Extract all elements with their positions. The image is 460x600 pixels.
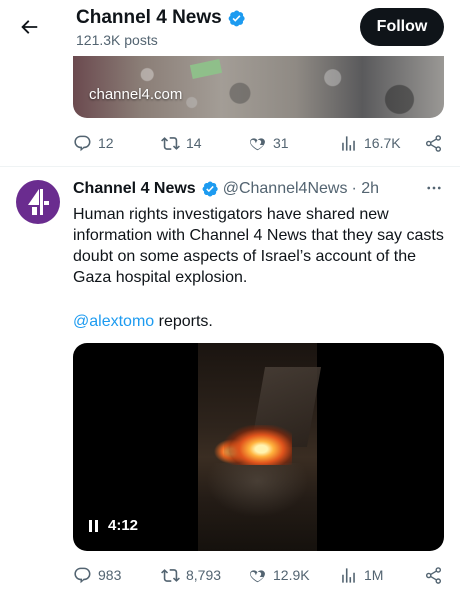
mention-line: @alextomo reports.: [73, 311, 213, 332]
video-duration: 4:12: [108, 517, 139, 534]
profile-name-text: Channel 4 News: [76, 7, 222, 28]
post-count: 121.3K posts: [76, 32, 158, 48]
repost-button[interactable]: 8,793: [161, 566, 221, 585]
like-icon: [249, 569, 265, 582]
share-icon: [425, 134, 442, 152]
views-count: 16.7K: [364, 135, 401, 151]
like-count: 31: [273, 135, 289, 151]
repost-count: 8,793: [186, 567, 222, 583]
more-icon: [427, 186, 441, 190]
share-button[interactable]: [424, 134, 443, 153]
verified-badge-icon: [202, 181, 218, 197]
like-button[interactable]: 31: [248, 134, 289, 153]
video-frame: [198, 343, 322, 551]
reply-button[interactable]: 12: [73, 134, 114, 153]
repost-icon: [161, 568, 180, 582]
mention-suffix: reports.: [154, 313, 213, 330]
reply-count: 983: [98, 567, 122, 583]
media-watermark: channel4.com: [89, 86, 183, 103]
repost-icon: [161, 136, 180, 150]
mention-link[interactable]: @alextomo: [73, 313, 154, 330]
like-button[interactable]: 12.9K: [248, 566, 310, 585]
reply-button[interactable]: 983: [73, 566, 121, 585]
repost-count: 14: [186, 135, 202, 151]
author-handle[interactable]: @Channel4News: [223, 180, 348, 198]
pause-icon[interactable]: [89, 519, 98, 532]
views-button[interactable]: 1M: [339, 566, 383, 585]
previous-post-actions: 12 14 31 16.7K: [73, 131, 444, 155]
verified-badge-icon: [228, 10, 245, 26]
tweet-body: Human rights investigators have shared n…: [73, 206, 444, 286]
like-icon: [249, 137, 265, 150]
repost-button[interactable]: 14: [161, 134, 202, 153]
back-button[interactable]: [10, 8, 48, 46]
views-count: 1M: [364, 567, 384, 583]
more-button[interactable]: [424, 178, 444, 198]
tweet-time[interactable]: · 2h: [351, 180, 379, 198]
back-arrow-icon: [21, 20, 38, 34]
video-player[interactable]: 4:12: [73, 343, 444, 551]
tweet-text: Human rights investigators have shared n…: [73, 204, 444, 288]
follow-button[interactable]: Follow: [360, 8, 444, 46]
video-controls: 4:12: [89, 517, 138, 534]
reply-icon: [74, 135, 91, 151]
video-smoke: [198, 463, 317, 523]
share-button[interactable]: [424, 566, 443, 585]
tweet-actions: 983 8,793 12.9K 1M: [73, 563, 444, 587]
profile-name: Channel 4 News: [76, 7, 246, 29]
share-icon: [425, 566, 442, 584]
reply-icon: [74, 567, 91, 583]
channel4-logo: [28, 189, 49, 215]
previous-post-media[interactable]: channel4.com: [73, 56, 444, 118]
views-icon: [342, 135, 355, 151]
post-divider: [0, 166, 460, 167]
reply-count: 12: [98, 135, 114, 151]
video-fire: [224, 425, 292, 465]
profile-header: Channel 4 News 121.3K posts Follow: [0, 0, 460, 56]
views-button[interactable]: 16.7K: [339, 134, 401, 153]
like-count: 12.9K: [273, 567, 310, 583]
avatar[interactable]: [16, 180, 60, 224]
views-icon: [342, 567, 355, 583]
author-name[interactable]: Channel 4 News: [73, 180, 196, 198]
tweet-header: Channel 4 News @Channel4News · 2h: [73, 180, 379, 198]
